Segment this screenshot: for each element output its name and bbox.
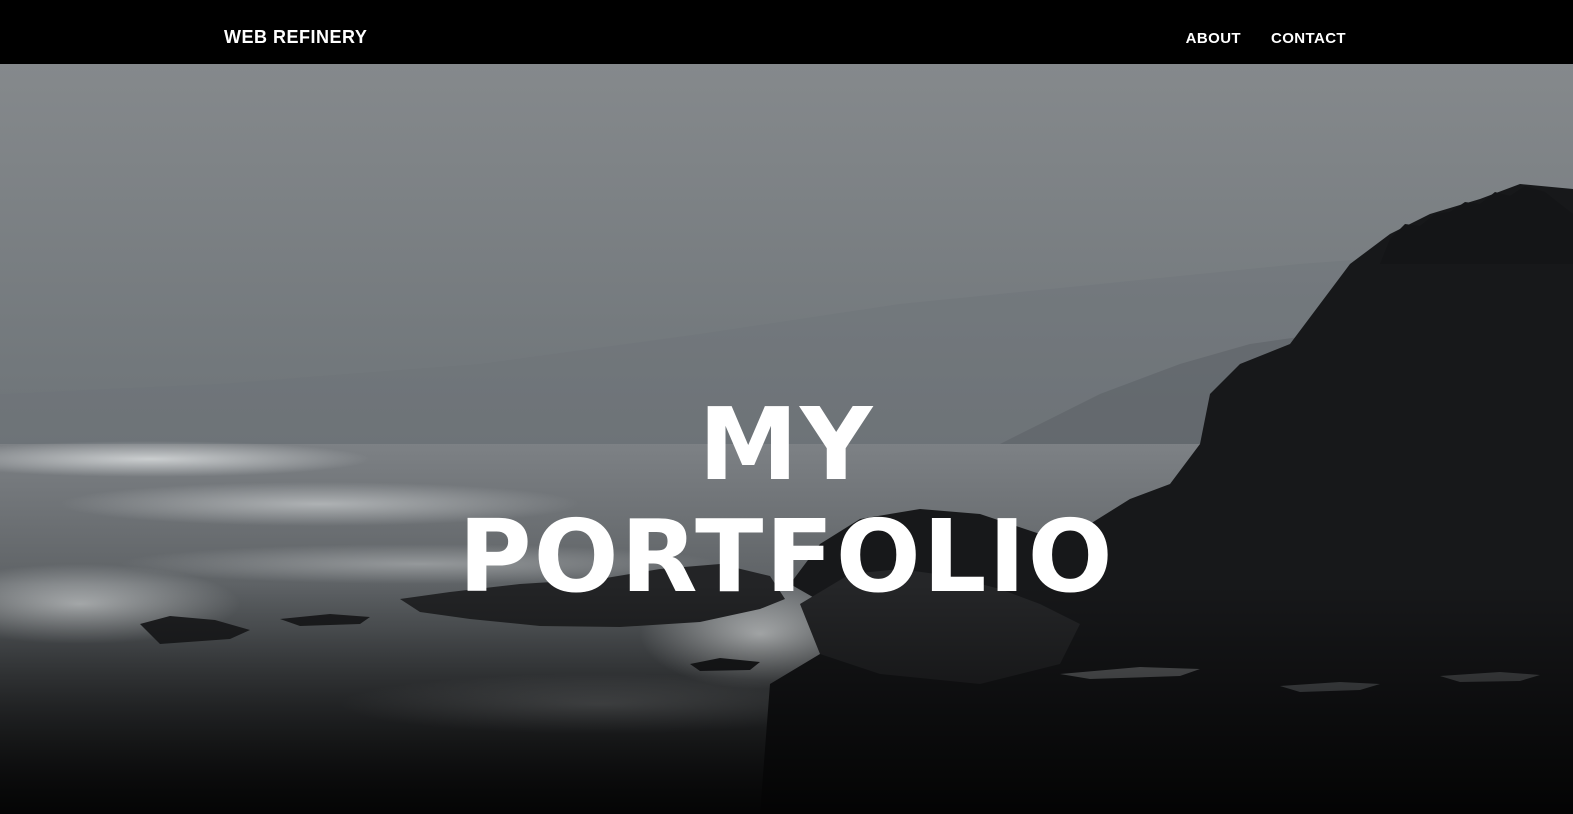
hero-title-line-2: PORTFOLIO [458, 498, 1115, 615]
navbar: WEB REFINERY ABOUT CONTACT [0, 0, 1573, 64]
hero-title: MY PORTFOLIO [0, 389, 1573, 613]
page: WEB REFINERY ABOUT CONTACT MY PORTFOLIO [0, 0, 1573, 814]
nav-link-contact[interactable]: CONTACT [1271, 30, 1346, 47]
hero-title-line-1: MY [698, 386, 875, 503]
hero-section: MY PORTFOLIO [0, 64, 1573, 814]
brand-logo-link[interactable]: WEB REFINERY [224, 27, 367, 48]
nav-links: ABOUT CONTACT [1186, 30, 1346, 47]
nav-link-about[interactable]: ABOUT [1186, 30, 1241, 47]
